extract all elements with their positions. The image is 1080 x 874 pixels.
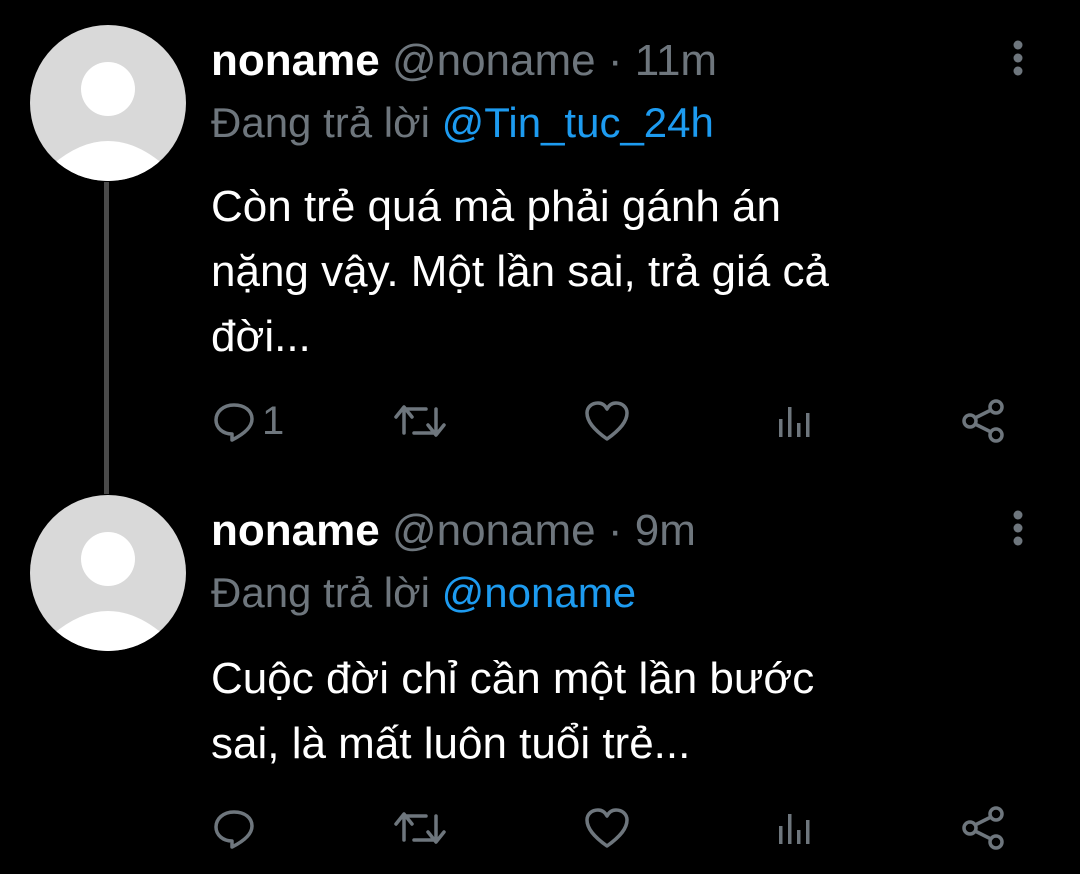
replying-to-label: Đang trả lời: [211, 569, 430, 616]
like-button[interactable]: [583, 393, 631, 449]
display-name[interactable]: noname: [211, 506, 380, 555]
replying-to: Đang trả lời @Tin_tuc_24h: [211, 98, 714, 148]
mention-link[interactable]: @noname: [442, 569, 636, 616]
user-handle[interactable]: @noname: [392, 506, 596, 555]
tweet-text-line: Cuộc đời chỉ cần một lần bước: [211, 654, 815, 703]
like-icon: [585, 401, 629, 441]
avatar[interactable]: [30, 25, 186, 181]
more-icon: [1013, 40, 1023, 76]
more-options-button[interactable]: [1000, 38, 1036, 82]
thread-line: [104, 182, 109, 494]
more-icon: [1013, 510, 1023, 546]
tweet-text-line: Còn trẻ quá mà phải gánh án: [211, 182, 781, 231]
action-bar: [200, 800, 1030, 856]
tweet-text-line: nặng vậy. Một lần sai, trả giá cả: [211, 247, 829, 296]
tweet-text: Còn trẻ quá mà phải gánh án nặng vậy. Mộ…: [211, 174, 1031, 369]
action-bar: 1: [200, 393, 1030, 449]
default-avatar-icon: [52, 62, 164, 181]
share-icon: [962, 806, 1004, 850]
tweet-header: noname @noname · 9m: [211, 506, 696, 556]
timestamp[interactable]: 11m: [635, 36, 717, 85]
tweet-text-line: sai, là mất luôn tuổi trẻ...: [211, 719, 691, 768]
retweet-icon: [394, 405, 446, 437]
mention-link[interactable]: @Tin_tuc_24h: [442, 99, 714, 146]
display-name[interactable]: noname: [211, 36, 380, 85]
retweet-button[interactable]: [392, 393, 448, 449]
share-button[interactable]: [960, 800, 1008, 856]
tweet-1[interactable]: noname @noname · 11m Đang trả lời @Tin_t…: [0, 0, 1080, 494]
share-button[interactable]: [960, 393, 1008, 449]
reply-icon: [214, 810, 254, 849]
replying-to-label: Đang trả lời: [211, 99, 430, 146]
retweet-icon: [394, 812, 446, 844]
tweet-header: noname @noname · 11m: [211, 36, 717, 86]
reply-count: 1: [262, 399, 285, 443]
retweet-button[interactable]: [392, 800, 448, 856]
avatar[interactable]: [30, 495, 186, 651]
tweet-text: Cuộc đời chỉ cần một lần bước sai, là mấ…: [211, 646, 1031, 776]
user-handle[interactable]: @noname: [392, 36, 596, 85]
reply-button[interactable]: [212, 800, 262, 856]
more-options-button[interactable]: [1000, 508, 1036, 552]
views-icon: [779, 814, 810, 844]
replying-to: Đang trả lời @noname: [211, 568, 636, 618]
timestamp[interactable]: 9m: [635, 506, 696, 555]
views-button[interactable]: [772, 393, 816, 449]
like-button[interactable]: [583, 800, 631, 856]
tweet-2[interactable]: noname @noname · 9m Đang trả lời @noname…: [0, 480, 1080, 874]
share-icon: [962, 399, 1004, 443]
reply-button[interactable]: 1: [212, 393, 284, 449]
views-icon: [779, 407, 810, 437]
separator-dot: ·: [607, 36, 623, 85]
tweet-text-line: đời...: [211, 312, 311, 361]
reply-icon: [214, 403, 254, 442]
default-avatar-icon: [52, 532, 164, 651]
separator-dot: ·: [607, 506, 623, 555]
views-button[interactable]: [772, 800, 816, 856]
like-icon: [585, 808, 629, 848]
